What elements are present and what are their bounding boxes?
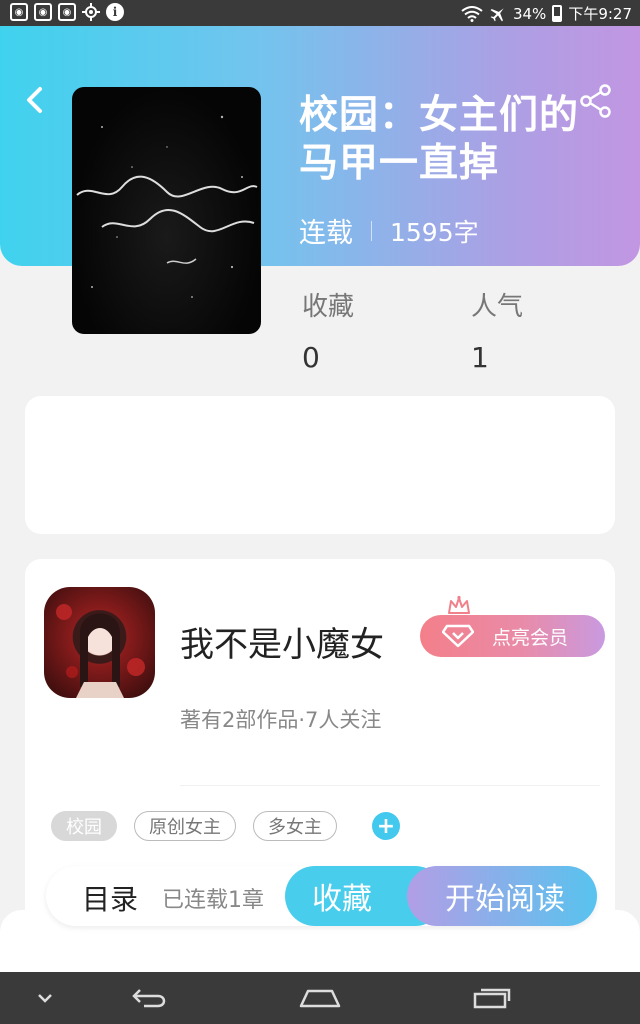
author-avatar[interactable]	[44, 587, 155, 698]
crown-icon	[448, 595, 470, 614]
book-status: 连载	[299, 218, 353, 249]
stat-label: 人气	[471, 292, 524, 322]
toc-status[interactable]: 已连载1章	[162, 882, 264, 914]
vip-label: 点亮会员	[492, 626, 569, 649]
clock: 下午9:27	[568, 5, 632, 23]
status-notifications: ◉ ◉ ◉ i	[10, 3, 124, 21]
tag[interactable]: 原创女主	[134, 811, 236, 841]
divider	[180, 785, 600, 786]
book-title: 校园：女主们的马甲一直掉	[299, 93, 580, 186]
description-card	[25, 396, 615, 534]
author-meta: 著有2部作品·7人关注	[180, 708, 382, 732]
notification-icon: ◉	[58, 3, 76, 21]
airplane-icon	[490, 7, 504, 21]
collect-label: 收藏	[312, 882, 372, 917]
toc-button[interactable]: 目录	[82, 878, 138, 918]
home-icon[interactable]	[298, 986, 342, 1010]
back-icon[interactable]	[130, 986, 170, 1010]
word-count: 1595字	[390, 217, 479, 247]
notification-icon: ◉	[34, 3, 52, 21]
start-reading-button[interactable]: 开始阅读	[407, 866, 597, 926]
stat-collect: 收藏 0	[302, 286, 354, 374]
stat-value: 0	[302, 341, 320, 374]
add-tag-button[interactable]: +	[372, 812, 400, 840]
meta-divider	[371, 220, 372, 241]
battery-text: 34%	[512, 4, 547, 23]
tag-list: 校园 原创女主 多女主 +	[51, 811, 400, 841]
status-right: 34% 下午9:27	[461, 3, 632, 24]
book-cover[interactable]	[72, 87, 261, 334]
battery-icon	[552, 5, 563, 22]
plus-icon: +	[376, 813, 396, 839]
cover-artwork	[76, 115, 258, 298]
navigation-bar	[0, 972, 640, 1024]
tag[interactable]: 多女主	[253, 811, 337, 841]
recents-icon[interactable]	[472, 986, 512, 1010]
share-button[interactable]	[578, 84, 614, 118]
notification-icon: ◉	[10, 3, 28, 21]
status-bar: ◉ ◉ ◉ i 34% 下午9:27	[0, 0, 640, 26]
stat-label: 收藏	[302, 292, 355, 322]
start-reading-label: 开始阅读	[445, 882, 565, 917]
tag[interactable]: 校园	[51, 811, 117, 841]
diamond-icon	[442, 624, 474, 648]
book-meta: 连载 1595字	[299, 211, 479, 250]
action-bar: 目录 已连载1章 收藏 开始阅读	[46, 866, 597, 926]
stat-popularity: 人气 1	[471, 286, 523, 374]
location-icon	[82, 3, 100, 21]
vip-button[interactable]: 点亮会员	[420, 615, 605, 657]
back-chevron-icon	[27, 87, 42, 113]
share-icon	[580, 84, 611, 118]
info-icon: i	[106, 3, 124, 21]
avatar-artwork	[56, 604, 145, 698]
hide-keyboard-icon[interactable]	[36, 992, 54, 1004]
stat-value: 1	[471, 341, 489, 374]
back-button[interactable]	[20, 84, 52, 116]
author-name[interactable]: 我不是小魔女	[180, 617, 384, 666]
wifi-icon	[461, 5, 483, 22]
